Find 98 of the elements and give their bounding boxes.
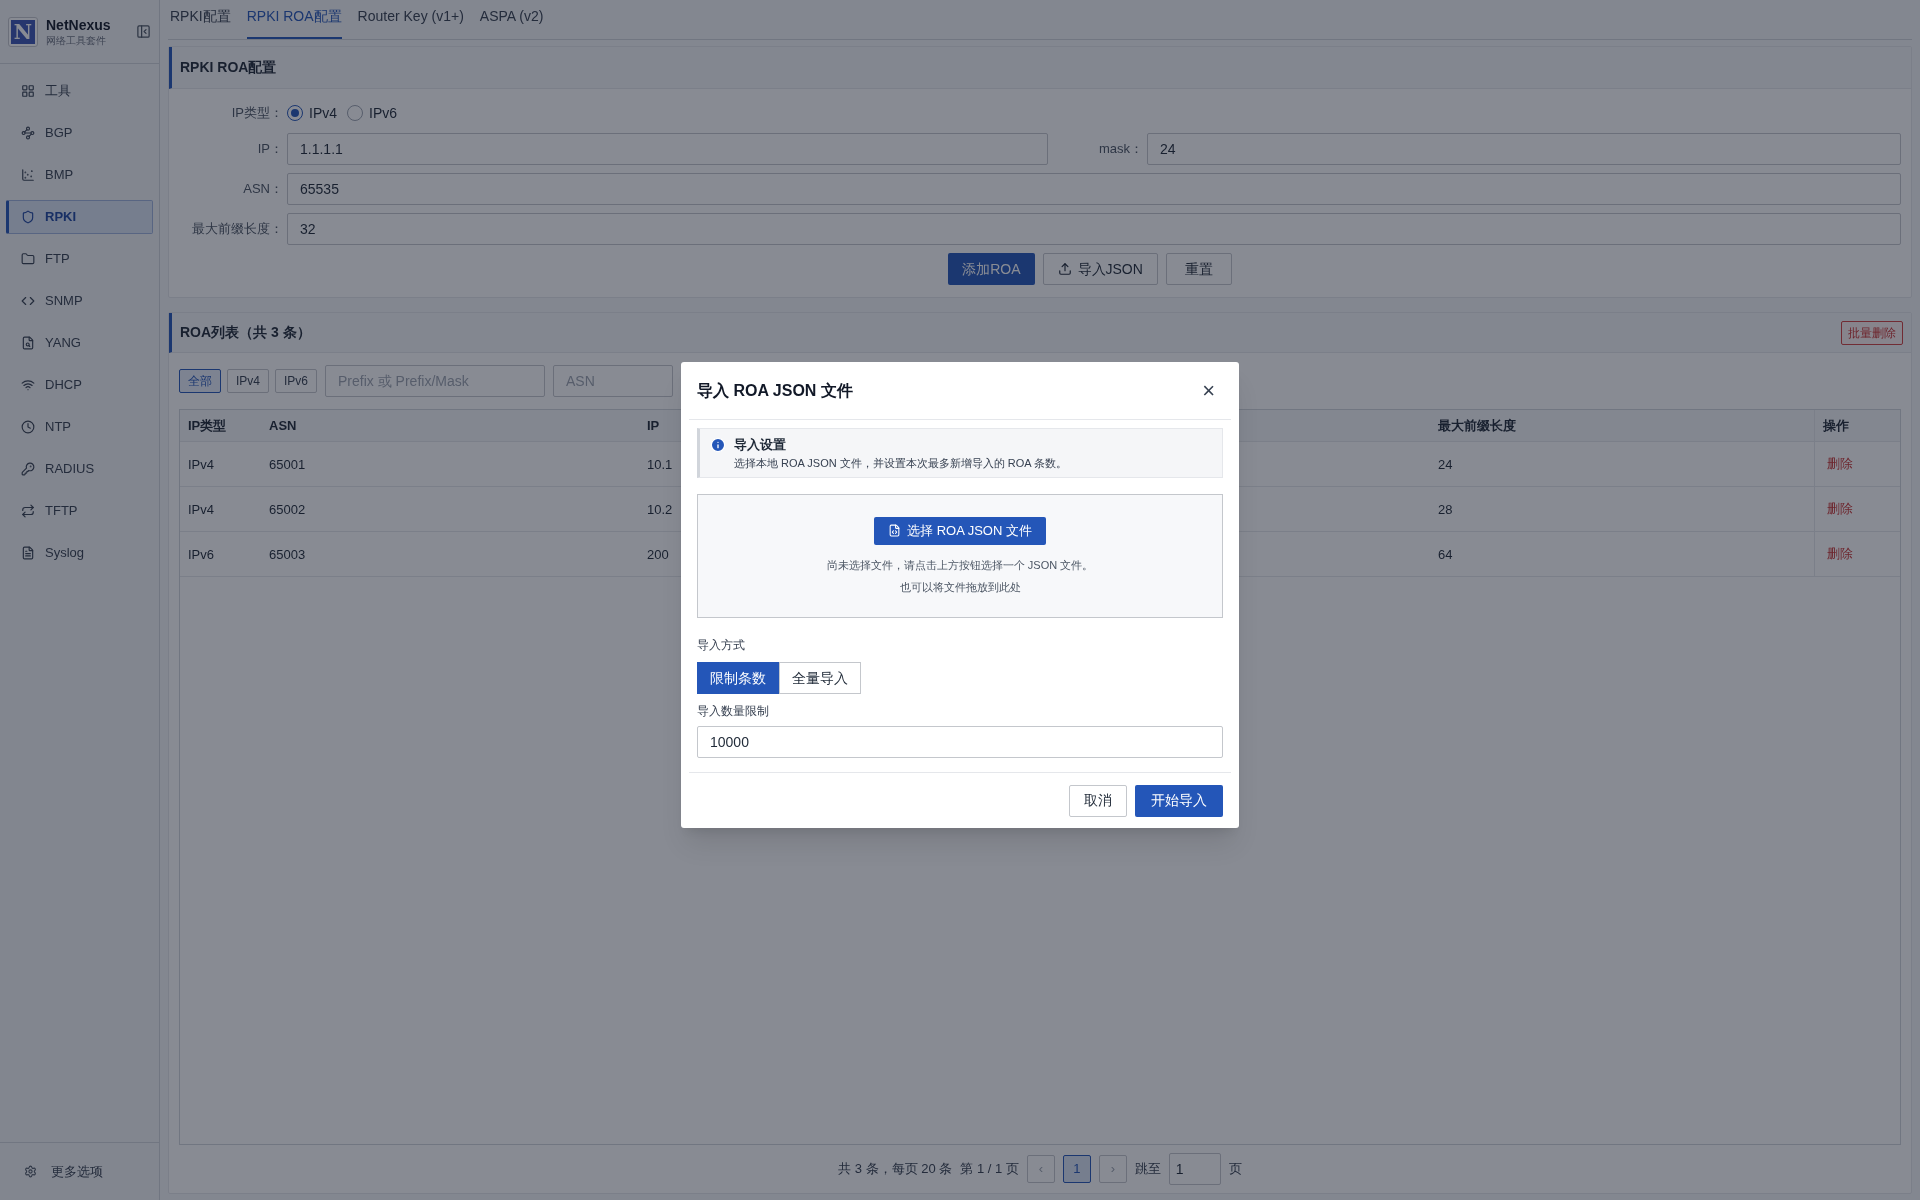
table-cell: IPv4	[188, 502, 214, 517]
info-icon	[710, 437, 726, 453]
upload-hint: 尚未选择文件，请点击上方按钮选择一个 JSON 文件。	[826, 557, 1094, 573]
card-title: ROA列表（共 3 条）	[180, 323, 311, 342]
card-title: RPKI ROA配置	[180, 58, 277, 77]
field-label: mask：	[1097, 140, 1144, 159]
page-suffix: 页	[1228, 1160, 1242, 1179]
input-field[interactable]: 1	[1168, 1153, 1221, 1185]
notice-title: 导入设置	[734, 436, 787, 454]
field-label: IP类型：	[230, 104, 284, 123]
sidebar-item[interactable]: Syslog	[6, 536, 153, 570]
tab[interactable]: Router Key (v1+)	[357, 6, 464, 39]
sidebar-item[interactable]: SNMP	[6, 284, 153, 318]
code-icon	[21, 294, 35, 308]
input-field[interactable]: 10000	[697, 726, 1223, 758]
table-cell: 64	[1438, 547, 1453, 562]
table-cell: 10.2	[647, 502, 673, 517]
drag-hint: 也可以将文件拖放到此处	[899, 580, 1021, 595]
sidebar-item[interactable]: BGP	[6, 116, 153, 150]
field-label: ASN：	[242, 180, 284, 199]
reset-button[interactable]: 重置	[1165, 253, 1232, 285]
table-cell: 65002	[269, 502, 306, 517]
column-header: IP类型	[187, 416, 228, 435]
mode-toggle[interactable]: 限制条数	[697, 662, 779, 694]
drop-zone[interactable]: 选择 ROA JSON 文件 尚未选择文件，请点击上方按钮选择一个 JSON 文件。 也可以将文件拖放到此处	[697, 494, 1223, 618]
table-cell: IPv4	[188, 457, 214, 472]
dialog-title: 导入 ROA JSON 文件	[697, 380, 853, 401]
sidebar-item[interactable]: NTP	[6, 410, 153, 444]
sidebar-item[interactable]: RPKI	[6, 200, 153, 234]
close-button[interactable]: ×	[1202, 379, 1215, 402]
repeat-icon	[21, 504, 35, 518]
sidebar-item[interactable]: FTP	[6, 242, 153, 276]
shield-icon	[21, 210, 35, 224]
page-button[interactable]: 1	[1062, 1155, 1091, 1183]
folder-icon	[21, 252, 35, 266]
pagination-summary: 共 3 条，每页 20 条	[838, 1160, 953, 1179]
mode-toggle[interactable]: 全量导入	[779, 662, 861, 694]
wifi-icon	[21, 378, 35, 392]
key-icon	[21, 462, 35, 476]
sidebar-item[interactable]: DHCP	[6, 368, 153, 402]
filter-chip[interactable]: 全部	[179, 369, 221, 393]
logo-icon: N	[8, 16, 38, 47]
clock-icon	[21, 420, 35, 434]
table-cell: IPv6	[188, 547, 214, 562]
import-json-button[interactable]: 导入JSON	[1042, 253, 1158, 285]
sidebar-item[interactable]: 工具	[6, 74, 153, 108]
app-name: NetNexus	[46, 15, 112, 34]
column-header: 最大前缀长度	[1437, 416, 1517, 435]
table-cell: 65001	[269, 457, 306, 472]
sidebar-item[interactable]: BMP	[6, 158, 153, 192]
next-page-button[interactable]: ›	[1098, 1155, 1127, 1183]
start-import-button[interactable]: 开始导入	[1135, 784, 1223, 817]
table-cell: 65003	[269, 547, 306, 562]
table-cell: 28	[1438, 502, 1453, 517]
mode-label: 导入方式	[697, 637, 746, 654]
route-icon	[21, 126, 35, 140]
chart-icon	[21, 168, 35, 182]
table-cell: 10.1	[647, 457, 673, 472]
sidebar-item[interactable]: RADIUS	[6, 452, 153, 486]
delete-link[interactable]: 删除	[1827, 499, 1853, 519]
column-header: ASN	[268, 416, 298, 435]
more-options-link[interactable]: 更多选项	[51, 1161, 103, 1182]
input-field[interactable]: 32	[287, 213, 1901, 245]
sidebar-item[interactable]: YANG	[6, 326, 153, 360]
column-header: 操作	[1814, 410, 1900, 441]
upload-icon	[1057, 262, 1072, 276]
collapse-icon[interactable]	[136, 24, 151, 39]
file-icon	[888, 524, 901, 537]
tab[interactable]: RPKI配置	[170, 6, 231, 39]
notice-text: 选择本地 ROA JSON 文件，并设置本次最多新增导入的 ROA 条数。	[734, 455, 1068, 471]
choose-file-button[interactable]: 选择 ROA JSON 文件	[874, 516, 1046, 545]
column-header: IP	[646, 416, 661, 435]
settings-icon[interactable]	[24, 1165, 37, 1178]
limit-label: 导入数量限制	[697, 703, 770, 720]
field-label: IP：	[256, 140, 284, 159]
tab[interactable]: RPKI ROA配置	[246, 6, 342, 39]
page-info: 第 1 / 1 页	[960, 1160, 1019, 1179]
grid-icon	[21, 84, 35, 98]
file-search-icon	[21, 336, 35, 350]
delete-link[interactable]: 删除	[1827, 544, 1853, 564]
filter-chip[interactable]: IPv6	[275, 369, 318, 393]
sidebar-item[interactable]: TFTP	[6, 494, 153, 528]
jump-label: 跳至	[1134, 1160, 1161, 1179]
radio-option[interactable]: IPv6	[347, 102, 398, 124]
add-roa-button[interactable]: 添加ROA	[948, 253, 1035, 285]
delete-link[interactable]: 删除	[1827, 454, 1853, 474]
filter-chip[interactable]: IPv4	[227, 369, 269, 393]
radio-option[interactable]: IPv4	[287, 102, 337, 124]
input-field[interactable]: 1.1.1.1	[287, 133, 1048, 165]
input-field[interactable]: 24	[1147, 133, 1901, 165]
field-label: 最大前缀长度：	[191, 220, 284, 239]
document-icon	[21, 546, 35, 560]
table-cell: 24	[1438, 457, 1453, 472]
input-field[interactable]: 65535	[287, 173, 1901, 205]
table-cell: 200	[647, 547, 669, 562]
cancel-button[interactable]: 取消	[1069, 784, 1127, 817]
batch-delete-button[interactable]: 批量删除	[1841, 320, 1903, 345]
tab[interactable]: ASPA (v2)	[479, 6, 544, 39]
